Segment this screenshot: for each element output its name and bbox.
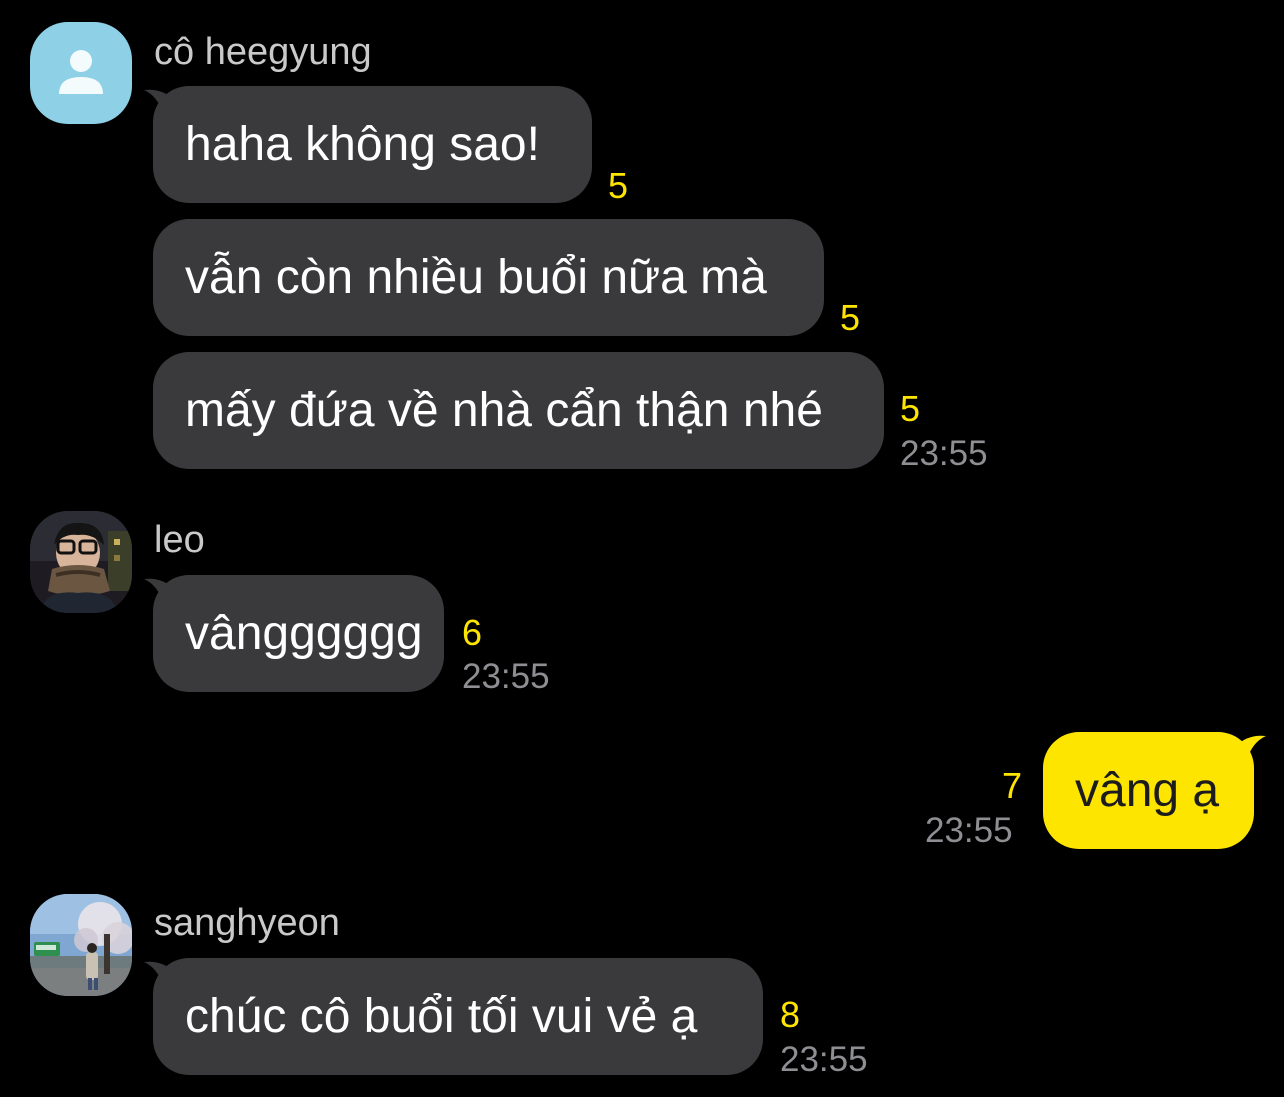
my-message-bubble[interactable]: vâng ạ (1043, 732, 1254, 849)
avatar-sanghyeon[interactable] (30, 894, 132, 996)
timestamp: 23:55 (900, 434, 988, 473)
message-bubble[interactable]: haha không sao! (153, 86, 592, 203)
unread-count: 6 (462, 612, 483, 653)
message-text: vâng ạ (1075, 764, 1220, 817)
message-bubble[interactable]: mấy đứa về nhà cẩn thận nhé (153, 352, 884, 469)
message-bubble[interactable]: vângggggg (153, 575, 444, 692)
message-text: vângggggg (185, 607, 423, 660)
message-text: haha không sao! (185, 118, 540, 171)
default-person-icon (30, 22, 132, 124)
avatar-heegyung[interactable] (30, 22, 132, 124)
message-text: mấy đứa về nhà cẩn thận nhé (185, 384, 823, 437)
sender-name: cô heegyung (154, 31, 372, 73)
bubble-tail (1226, 732, 1266, 762)
timestamp: 23:55 (780, 1040, 868, 1079)
unread-count: 5 (608, 165, 629, 206)
unread-count: 5 (900, 388, 921, 429)
message-text: vẫn còn nhiều buổi nữa mà (185, 251, 767, 304)
profile-photo (30, 511, 132, 613)
sender-name: leo (154, 519, 205, 561)
message-bubble[interactable]: vẫn còn nhiều buổi nữa mà (153, 219, 824, 336)
avatar-leo[interactable] (30, 511, 132, 613)
profile-photo (30, 894, 132, 996)
unread-count: 5 (840, 297, 861, 338)
message-bubble[interactable]: chúc cô buổi tối vui vẻ ạ (153, 958, 763, 1075)
timestamp: 23:55 (925, 811, 1013, 850)
unread-count: 7 (1002, 765, 1023, 806)
timestamp: 23:55 (462, 657, 550, 696)
message-text: chúc cô buổi tối vui vẻ ạ (185, 990, 698, 1043)
unread-count: 8 (780, 994, 801, 1035)
sender-name: sanghyeon (154, 902, 340, 944)
